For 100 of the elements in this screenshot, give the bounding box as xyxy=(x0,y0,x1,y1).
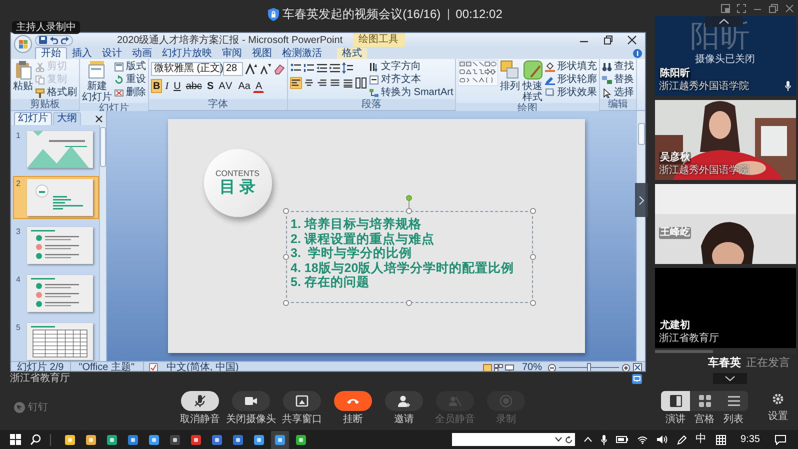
battery-icon[interactable] xyxy=(616,436,628,443)
app-icon[interactable] xyxy=(232,434,244,446)
microphone-icon[interactable] xyxy=(600,434,607,444)
help-icon[interactable] xyxy=(633,49,642,58)
slide-thumbnail-item[interactable]: 3 xyxy=(13,224,99,267)
input-method-indicator[interactable]: 中 xyxy=(696,433,707,446)
line-spacing-icon[interactable] xyxy=(342,62,354,74)
ribbon-tab[interactable]: 审阅 xyxy=(217,48,247,59)
ribbon-tab[interactable]: 视图 xyxy=(247,48,277,59)
close-icon[interactable] xyxy=(627,35,637,45)
ribbon-button[interactable]: 形状效果 xyxy=(545,86,598,99)
grow-font-icon[interactable] xyxy=(245,63,257,75)
toolbar-button[interactable] xyxy=(283,390,321,410)
scrollbar-thumb[interactable] xyxy=(638,123,644,145)
sorter-view-icon[interactable] xyxy=(494,364,503,371)
toolbar-button[interactable] xyxy=(385,390,423,410)
save-icon[interactable] xyxy=(39,36,47,44)
indent-icon[interactable] xyxy=(329,62,341,74)
ribbon-tab[interactable]: 设计 xyxy=(97,48,127,59)
columns-icon[interactable] xyxy=(355,77,367,89)
close-icon[interactable] xyxy=(95,115,103,123)
align-button[interactable] xyxy=(329,77,341,89)
ribbon-button[interactable]: 形状填充 xyxy=(545,60,598,73)
scrollbar-thumb[interactable] xyxy=(100,127,106,167)
align-button[interactable] xyxy=(316,77,328,89)
ribbon-button[interactable]: 粘贴 xyxy=(13,60,33,92)
format-button[interactable]: abc xyxy=(184,79,204,93)
pane-tab[interactable]: 大纲 xyxy=(53,112,81,125)
bullet-list-icon[interactable] xyxy=(290,62,302,74)
ribbon-tab[interactable]: 开始 xyxy=(35,47,67,59)
format-button[interactable]: A xyxy=(253,79,264,93)
resize-handle[interactable] xyxy=(406,208,412,214)
ribbon-button[interactable]: 排列 xyxy=(500,60,520,92)
app-icon[interactable] xyxy=(106,434,118,446)
format-button[interactable]: U xyxy=(172,79,183,93)
slide-thumbnail-item[interactable]: 4 xyxy=(13,272,99,315)
resize-handle[interactable] xyxy=(530,300,536,306)
app-icon[interactable] xyxy=(64,434,76,446)
zoom-out-icon[interactable] xyxy=(548,364,556,371)
shrink-font-icon[interactable] xyxy=(259,63,271,75)
app-icon[interactable] xyxy=(85,434,97,446)
normal-view-icon[interactable] xyxy=(482,364,492,371)
format-button[interactable]: S xyxy=(204,79,216,93)
input-field[interactable] xyxy=(452,433,575,446)
app-icon[interactable] xyxy=(253,434,265,446)
ribbon-button[interactable]: 版式 xyxy=(114,60,146,73)
pen-icon[interactable] xyxy=(676,434,687,444)
resize-handle[interactable] xyxy=(282,300,288,306)
resize-handle[interactable] xyxy=(530,254,536,260)
ribbon-button[interactable]: 查找 xyxy=(602,60,634,73)
app-icon[interactable] xyxy=(190,434,202,446)
layout-tab[interactable] xyxy=(661,390,690,410)
ribbon-button[interactable]: 形状轮廓 xyxy=(545,73,598,86)
font-name-field[interactable]: 微软雅黑 (正文) xyxy=(151,62,221,76)
collapse-button[interactable] xyxy=(635,183,648,217)
volume-icon[interactable] xyxy=(656,435,668,444)
ribbon-tab[interactable]: 幻灯片放映 xyxy=(157,48,217,59)
picture-in-picture-icon[interactable] xyxy=(721,4,730,12)
ribbon-button[interactable]: 文字方向 xyxy=(369,60,454,73)
ribbon-tab[interactable]: 格式 xyxy=(337,48,367,59)
fit-window-icon[interactable] xyxy=(633,363,642,371)
resize-handle[interactable] xyxy=(282,208,288,214)
resize-handle[interactable] xyxy=(406,300,412,306)
ribbon-tab[interactable]: 插入 xyxy=(67,48,97,59)
resize-handle[interactable] xyxy=(282,254,288,260)
slide-thumbnail-item[interactable]: 5 xyxy=(13,320,99,361)
keyboard-grid-icon[interactable] xyxy=(716,434,726,444)
app-icon[interactable] xyxy=(148,434,160,446)
ribbon-button[interactable]: 重设 xyxy=(114,73,146,86)
ribbon-tab[interactable]: 动画 xyxy=(127,48,157,59)
outdent-icon[interactable] xyxy=(316,62,328,74)
slide-thumbnail-item[interactable]: 1 xyxy=(13,128,99,171)
clock[interactable]: 9:35 xyxy=(740,433,760,446)
ribbon-button[interactable]: 快速样式 xyxy=(522,60,544,103)
align-button[interactable] xyxy=(290,77,302,89)
settings-icon[interactable] xyxy=(772,393,784,405)
rotate-handle[interactable] xyxy=(406,195,412,209)
format-button[interactable]: Aa xyxy=(236,79,252,93)
align-button[interactable] xyxy=(303,77,315,89)
font-size-field[interactable]: 28 xyxy=(223,62,243,76)
fullscreen-icon[interactable] xyxy=(737,4,746,12)
chevron-up-icon[interactable] xyxy=(584,437,592,442)
redo-icon[interactable] xyxy=(61,36,69,44)
format-button[interactable]: AV xyxy=(216,79,236,93)
align-button[interactable] xyxy=(342,77,354,89)
slide-thumbnail-item[interactable]: 2 xyxy=(13,176,99,219)
resize-handle[interactable] xyxy=(530,208,536,214)
app-icon[interactable] xyxy=(295,434,307,446)
eraser-icon[interactable] xyxy=(273,63,285,75)
ribbon-button[interactable]: 格式刷 xyxy=(35,86,77,99)
format-button[interactable]: B xyxy=(151,79,162,93)
toolbar-button[interactable] xyxy=(334,390,372,410)
zoom-slider-thumb[interactable] xyxy=(587,363,591,371)
windows-icon[interactable] xyxy=(10,434,21,445)
ribbon-button[interactable]: 转换为 SmartArt xyxy=(369,86,454,99)
app-icon[interactable] xyxy=(211,434,223,446)
pane-tab[interactable]: 幻灯片 xyxy=(14,112,52,125)
app-icon[interactable] xyxy=(274,434,286,446)
wifi-icon[interactable] xyxy=(636,435,648,444)
scroll-down-button[interactable] xyxy=(713,373,747,384)
